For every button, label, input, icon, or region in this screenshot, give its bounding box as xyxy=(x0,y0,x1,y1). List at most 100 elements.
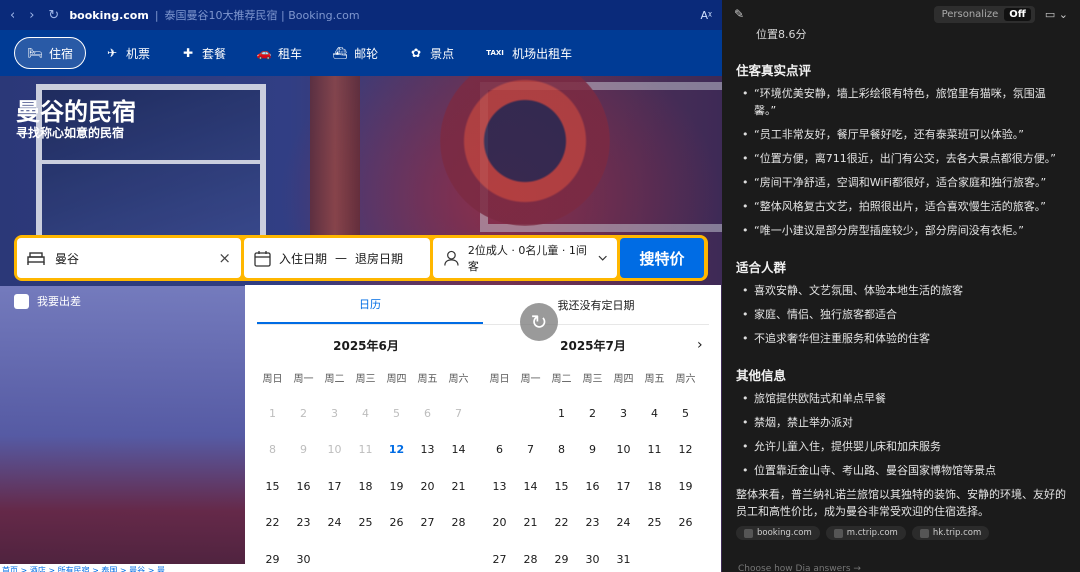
tab-car[interactable]: 🚗 租车 xyxy=(244,37,314,69)
calendar-day[interactable]: 14 xyxy=(443,432,474,469)
calendar-day[interactable]: 17 xyxy=(319,468,350,505)
calendar-day[interactable]: 27 xyxy=(484,541,515,572)
calendar-day[interactable]: 23 xyxy=(577,505,608,542)
tab-flexible[interactable]: 我还没有定日期 xyxy=(483,285,709,324)
compose-icon[interactable]: ✎ xyxy=(734,7,744,21)
month-title: 2025年6月 xyxy=(333,339,399,353)
calendar-day[interactable]: 28 xyxy=(515,541,546,572)
calendar-day[interactable]: 17 xyxy=(608,468,639,505)
calendar-day[interactable]: 5 xyxy=(670,395,701,432)
calendar-day[interactable]: 18 xyxy=(639,468,670,505)
weekday-header: 周三 xyxy=(582,373,603,385)
weekday-header: 周五 xyxy=(417,373,438,385)
search-button[interactable]: 搜特价 xyxy=(620,238,704,278)
calendar-day[interactable]: 20 xyxy=(484,505,515,542)
calendar-day[interactable]: 26 xyxy=(670,505,701,542)
calendar-day[interactable]: 19 xyxy=(381,468,412,505)
tab-package[interactable]: ✚ 套餐 xyxy=(168,37,238,69)
tab-ship[interactable]: ⛴ 邮轮 xyxy=(320,37,390,69)
calendar-day[interactable]: 1 xyxy=(546,395,577,432)
breadcrumb[interactable]: 首页 > 酒店 > 所有民宿 > 泰国 > 曼谷 > 曼 xyxy=(0,564,245,572)
calendar-day[interactable]: 12 xyxy=(381,432,412,469)
calendar-day[interactable]: 15 xyxy=(257,468,288,505)
destination-field[interactable]: 曼谷 × xyxy=(17,238,241,278)
calendar-day[interactable]: 14 xyxy=(515,468,546,505)
reload-icon[interactable]: ↻ xyxy=(48,8,59,23)
calendar-day[interactable]: 15 xyxy=(546,468,577,505)
checkbox-box[interactable] xyxy=(14,293,29,309)
calendar-day[interactable]: 25 xyxy=(350,505,381,542)
calendar-day[interactable]: 25 xyxy=(639,505,670,542)
address-bar[interactable]: booking.com | 泰国曼谷10大推荐民宿 | Booking.com xyxy=(69,7,700,23)
calendar-day[interactable]: 12 xyxy=(670,432,701,469)
checkin-label: 入住日期 xyxy=(279,251,328,266)
sidebar-layout-icon[interactable]: ▭ ⌄ xyxy=(1045,8,1068,21)
calendar-day[interactable]: 21 xyxy=(443,468,474,505)
list-item: 旅馆提供欧陆式和单点早餐 xyxy=(736,390,1066,407)
date-field[interactable]: 入住日期 — 退房日期 xyxy=(244,238,430,278)
source-chip[interactable]: booking.com xyxy=(736,526,820,540)
calendar-day[interactable]: 27 xyxy=(412,505,443,542)
back-icon[interactable]: ‹ xyxy=(10,8,15,23)
calendar-day[interactable]: 7 xyxy=(515,432,546,469)
calendar-day[interactable]: 29 xyxy=(257,541,288,572)
tab-attraction[interactable]: ✿ 景点 xyxy=(396,37,466,69)
calendar-day[interactable]: 8 xyxy=(546,432,577,469)
favicon-icon xyxy=(833,528,843,538)
calendar-day[interactable]: 20 xyxy=(412,468,443,505)
calendar-day[interactable]: 13 xyxy=(484,468,515,505)
calendar-day[interactable]: 24 xyxy=(608,505,639,542)
calendar-day[interactable]: 16 xyxy=(577,468,608,505)
calendar-day[interactable]: 13 xyxy=(412,432,443,469)
weekday-header: 周六 xyxy=(675,373,696,385)
personalize-toggle[interactable]: Personalize Off xyxy=(933,5,1035,23)
calendar-day[interactable]: 26 xyxy=(381,505,412,542)
calendar-day[interactable]: 30 xyxy=(288,541,319,572)
calendar-day[interactable]: 6 xyxy=(484,432,515,469)
tab-taxi[interactable]: TAXI 机场出租车 xyxy=(472,37,584,69)
source-chip[interactable]: hk.trip.com xyxy=(911,526,990,540)
translate-icon[interactable]: Aᵡ xyxy=(700,9,712,22)
refresh-icon[interactable]: ↻ xyxy=(520,303,558,341)
calendar-day[interactable]: 4 xyxy=(639,395,670,432)
calendar-day[interactable]: 21 xyxy=(515,505,546,542)
source-chip[interactable]: m.ctrip.com xyxy=(825,526,906,540)
source-label: booking.com xyxy=(757,528,812,538)
calendar-day[interactable]: 24 xyxy=(319,505,350,542)
calendar-day[interactable]: 10 xyxy=(608,432,639,469)
list-item: 禁烟，禁止举办派对 xyxy=(736,414,1066,431)
checkout-label: 退房日期 xyxy=(355,251,404,266)
calendar-day: 2 xyxy=(300,406,307,420)
tab-bed[interactable]: 🛏 住宿 xyxy=(14,37,87,69)
calendar-day[interactable]: 22 xyxy=(546,505,577,542)
calendar-day[interactable]: 2 xyxy=(577,395,608,432)
calendar-day[interactable]: 16 xyxy=(288,468,319,505)
source-chips: booking.com m.ctrip.com hk.trip.com xyxy=(736,526,1066,540)
calendar-day[interactable]: 29 xyxy=(546,541,577,572)
tab-calendar[interactable]: 日历 xyxy=(257,285,483,324)
section-heading: 住客真实点评 xyxy=(736,63,812,78)
calendar-day[interactable]: 19 xyxy=(670,468,701,505)
guests-field[interactable]: 2位成人 · 0名儿童 · 1间客 xyxy=(433,238,617,278)
panel-footer[interactable]: Choose how Dia answers → xyxy=(738,564,861,572)
calendar-day[interactable]: 11 xyxy=(639,432,670,469)
chevron-right-icon[interactable]: › xyxy=(697,337,703,353)
list-item: “位置方便，离711很近，出门有公交，去各大景点都很方便。” xyxy=(736,150,1066,167)
list-item: 允许儿童入住，提供婴儿床和加床服务 xyxy=(736,438,1066,455)
calendar-day[interactable]: 23 xyxy=(288,505,319,542)
url-domain: booking.com xyxy=(69,8,149,22)
business-trip-checkbox[interactable]: 我要出差 xyxy=(14,293,81,309)
calendar-day[interactable]: 18 xyxy=(350,468,381,505)
calendar-day: 3 xyxy=(331,406,338,420)
calendar-day[interactable]: 31 xyxy=(608,541,639,572)
bed-icon: 🛏 xyxy=(27,46,43,60)
calendar-day[interactable]: 9 xyxy=(577,432,608,469)
calendar-day[interactable]: 30 xyxy=(577,541,608,572)
forward-icon[interactable]: › xyxy=(29,8,34,23)
weekday-header: 周日 xyxy=(262,373,283,385)
calendar-day[interactable]: 28 xyxy=(443,505,474,542)
clear-icon[interactable]: × xyxy=(218,249,231,267)
calendar-day[interactable]: 22 xyxy=(257,505,288,542)
tab-plane[interactable]: ✈ 机票 xyxy=(92,37,162,69)
calendar-day[interactable]: 3 xyxy=(608,395,639,432)
